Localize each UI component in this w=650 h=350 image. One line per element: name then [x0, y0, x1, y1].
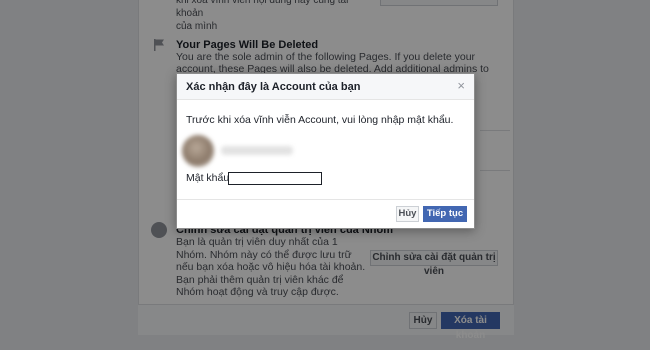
cancel-button[interactable]: Hủy: [396, 206, 419, 222]
dialog-title: Xác nhận đây là Account của bạn: [186, 81, 361, 93]
password-input[interactable]: [228, 172, 322, 185]
continue-button[interactable]: Tiếp tục: [423, 206, 467, 222]
dialog-body: Trước khi xóa vĩnh viễn Account, vui lòn…: [177, 100, 474, 199]
dialog-instruction: Trước khi xóa vĩnh viễn Account, vui lòn…: [186, 114, 454, 126]
confirm-password-dialog: Xác nhận đây là Account của bạn × Trước …: [176, 73, 475, 229]
close-icon[interactable]: ×: [457, 79, 465, 93]
user-name: [221, 146, 293, 155]
avatar: [182, 135, 214, 167]
dialog-header: Xác nhận đây là Account của bạn ×: [177, 74, 474, 100]
dialog-footer: Hủy Tiếp tục: [177, 199, 474, 228]
password-label: Mật khẩu:: [186, 172, 233, 184]
